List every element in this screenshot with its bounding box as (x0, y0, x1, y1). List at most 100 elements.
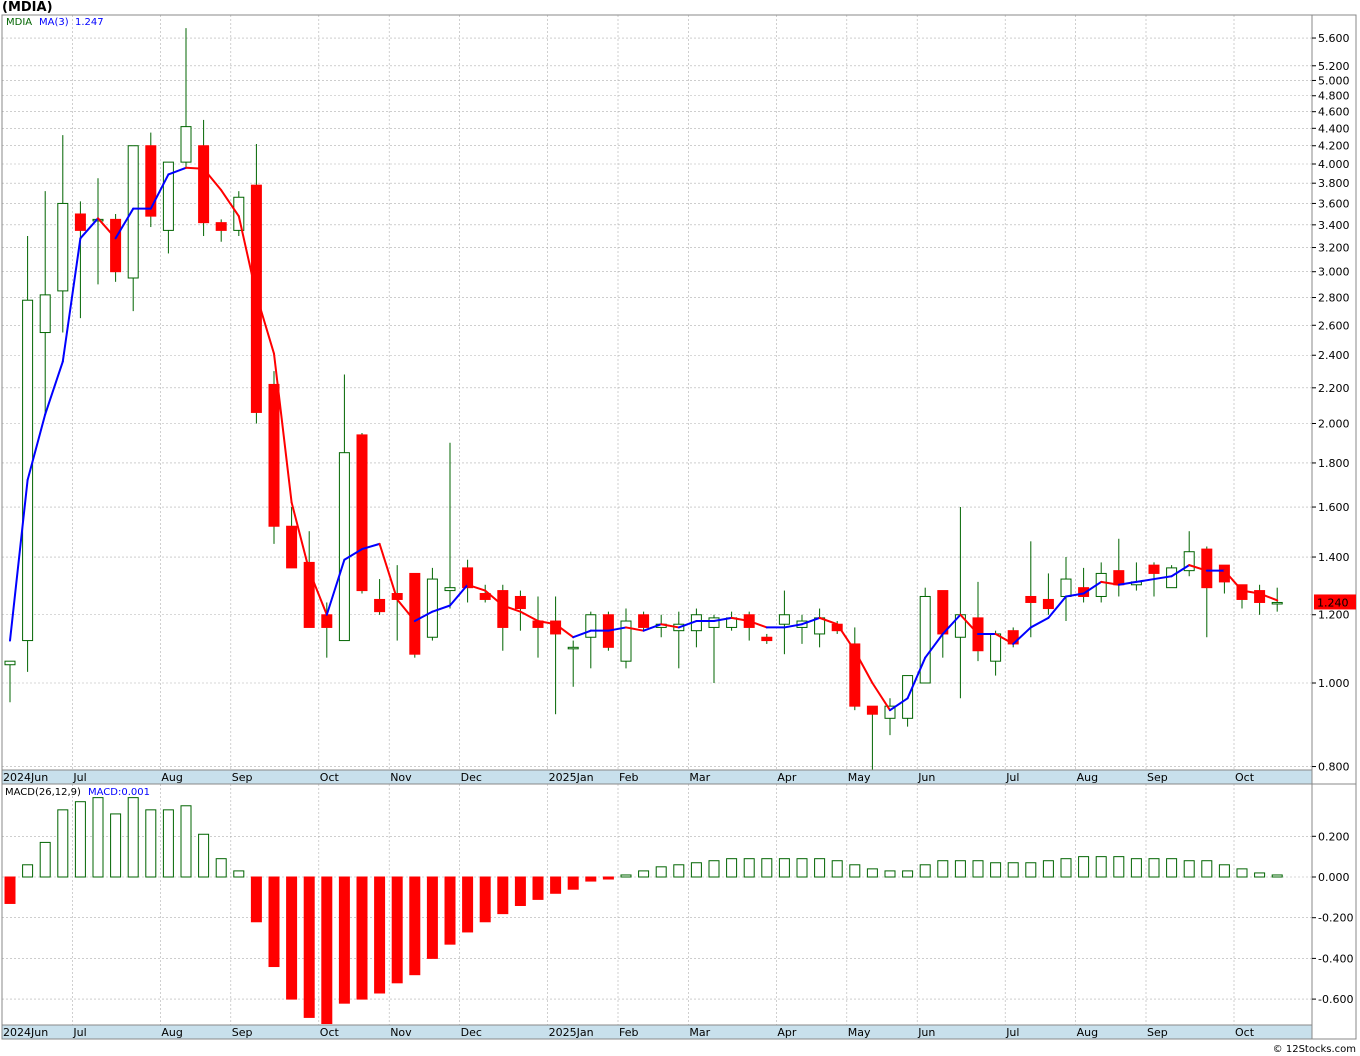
macd-bar (356, 876, 368, 1000)
macd-grid (1, 784, 1312, 1025)
macd-bar (814, 858, 826, 878)
month-label: Aug (161, 771, 182, 784)
price-tick-label: 1.400 (1318, 551, 1350, 564)
macd-tick-label: 0.200 (1318, 830, 1350, 843)
candle (866, 705, 878, 772)
candle (145, 132, 157, 228)
macd-bar (1007, 862, 1019, 878)
candle (1078, 567, 1090, 603)
candle (198, 119, 210, 237)
price-tick-label: 1.600 (1318, 501, 1350, 514)
price-tick-label: 3.000 (1318, 266, 1350, 279)
macd-bar (954, 860, 966, 878)
candle (268, 371, 280, 544)
macd-bar (462, 876, 474, 933)
candle (990, 630, 1002, 676)
candle-body (198, 145, 210, 224)
candle-body (497, 590, 509, 628)
candle (532, 596, 544, 658)
month-label: Dec (461, 771, 482, 784)
month-label: Mar (689, 771, 710, 784)
macd-bar (233, 870, 245, 878)
macd-bar (1078, 856, 1090, 878)
month-label: Dec (461, 1026, 482, 1039)
macd-bar (1271, 874, 1283, 878)
price-tick-label: 4.600 (1318, 106, 1350, 119)
month-label: Apr (777, 1026, 797, 1039)
price-tick-label: 3.600 (1318, 197, 1350, 210)
candle-body (849, 643, 861, 707)
macd-bar (180, 805, 192, 878)
candlestick-series (4, 28, 1283, 772)
macd-bar (426, 876, 438, 959)
macd-tick-label: 0.000 (1318, 871, 1350, 884)
macd-bar (1113, 856, 1125, 878)
candle-body (110, 218, 122, 273)
macd-bar (74, 801, 86, 878)
month-label: Jul (1005, 771, 1019, 784)
macd-bar (866, 868, 878, 878)
candle (1025, 541, 1037, 638)
candle (497, 584, 509, 651)
month-label: Aug (1077, 771, 1098, 784)
candle (937, 590, 949, 658)
macd-bar (250, 876, 262, 923)
macd-bar (638, 870, 650, 878)
candle-body (127, 145, 139, 279)
macd-bar (338, 876, 350, 1004)
candle (919, 587, 931, 684)
candle (1201, 546, 1213, 638)
candle-body (338, 452, 350, 642)
macd-bar (321, 876, 333, 1025)
month-label: May (848, 771, 871, 784)
macd-bar (567, 876, 579, 890)
month-label: Sep (1147, 771, 1168, 784)
month-label: Oct (1235, 771, 1255, 784)
month-label: 2024Jun (3, 771, 48, 784)
candle-body (1060, 578, 1072, 597)
macd-bar (726, 858, 738, 878)
price-tick-label: 2.000 (1318, 418, 1350, 431)
price-tick-label: 5.600 (1318, 32, 1350, 45)
candle (338, 374, 350, 642)
candle-body (567, 646, 579, 650)
month-label: Sep (232, 1026, 253, 1039)
candle (690, 608, 702, 648)
price-tick-label: 1.000 (1318, 677, 1350, 690)
macd-bar (1218, 864, 1230, 878)
macd-bar (1042, 860, 1054, 878)
macd-bar (1166, 858, 1178, 878)
candle (814, 608, 826, 648)
macd-bar (673, 864, 685, 878)
candle-body (268, 383, 280, 527)
price-tick-label: 5.000 (1318, 74, 1350, 87)
legend-ma-label: MA(3) (39, 17, 69, 28)
macd-bar (902, 870, 914, 878)
ma3-segment (1029, 616, 1050, 629)
candle-body (444, 587, 456, 592)
macd-legend-label: MACD(26,12,9) (5, 787, 81, 798)
price-tick-label: 1.200 (1318, 609, 1350, 622)
candle-body (1042, 598, 1054, 610)
month-label: Sep (232, 771, 253, 784)
month-label: 2025Jan (549, 1026, 594, 1039)
macd-bar (1254, 872, 1266, 878)
price-axis: 5.600 5.2005.000 4.800 4.600 4.400 4.200 4.000… (1312, 32, 1350, 774)
price-tick-label: 2.200 (1318, 382, 1350, 395)
macd-legend-value: MACD:0.001 (88, 787, 150, 798)
legend-symbol: MDIA (6, 17, 32, 28)
candle-body (638, 614, 650, 628)
price-tick-label: 3.200 (1318, 242, 1350, 255)
price-tick-label: 5.200 (1318, 60, 1350, 73)
macd-bar (532, 876, 544, 900)
month-label: Nov (390, 1026, 412, 1039)
candle (1042, 573, 1054, 615)
candle (638, 611, 650, 631)
candle-body (778, 614, 790, 625)
macd-bar (1148, 858, 1160, 878)
month-label: Aug (1077, 1026, 1098, 1039)
macd-bar (127, 797, 139, 878)
last-price-label: 1.240 (1317, 596, 1349, 609)
candle (4, 660, 16, 703)
candle-body (374, 598, 386, 613)
